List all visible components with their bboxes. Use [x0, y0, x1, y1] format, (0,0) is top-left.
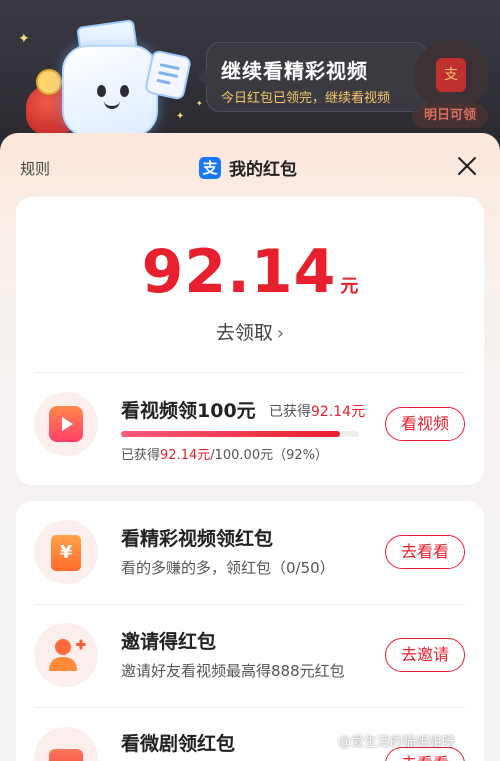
person-add-icon — [49, 639, 86, 671]
bubble-title: 继续看精彩视频 — [221, 59, 368, 83]
task-subtitle: 看的多赚的多，领红包（0/50） — [121, 559, 335, 577]
drama-tv-icon — [49, 749, 83, 761]
divider — [34, 604, 466, 605]
task-icon-wrap — [34, 623, 98, 687]
speech-bubble: 继续看精彩视频 今日红包已领完，继续看视频 — [197, 42, 428, 112]
red-envelope-icon: 支 — [436, 58, 466, 92]
yen-icon: ¥ — [51, 535, 81, 571]
balance-value: 92.14 — [141, 237, 337, 307]
play-video-icon — [49, 406, 83, 442]
tomorrow-label[interactable]: 明日可领 — [412, 104, 488, 128]
watch-progress-fill — [121, 431, 341, 437]
watermark: @爱生活的猫姐姐呀 — [338, 735, 456, 750]
watch-video-button[interactable]: 看视频 — [385, 407, 465, 441]
alipay-logo-icon: 支 — [199, 156, 221, 179]
task-icon-wrap — [34, 727, 98, 761]
watch-task-title: 看视频领100元 — [121, 400, 256, 422]
sheet-title-text: 我的红包 — [229, 160, 297, 180]
task-icon-wrap — [34, 392, 98, 456]
rules-link[interactable]: 规则 — [20, 158, 50, 179]
balance-unit: 元 — [340, 276, 359, 297]
task-list-card: ¥ 看精彩视频领红包 看的多赚的多，领红包（0/50） 去看看 邀请得红包 邀请… — [16, 501, 484, 761]
watch-progress-text: 已获得92.14元/100.00元（92%） — [121, 448, 328, 463]
task-title: 邀请得红包 — [121, 631, 217, 653]
go-watch-button[interactable]: 去看看 — [385, 535, 465, 569]
video-banner: ✦ ✦ ✦ ✦ 继续看精彩视频 今日红包已领完，继续看视频 支 明日可领 — [0, 0, 500, 140]
claim-link[interactable]: 去领取 › — [16, 318, 484, 345]
divider — [34, 372, 466, 373]
task-subtitle: 邀请好友看视频最高得888元红包 — [121, 662, 345, 680]
sheet-title: 支 我的红包 — [199, 155, 297, 180]
red-envelope-sheet: 规则 支 我的红包 92.14 元 去领取 › 看视频领100元 已获得92.14元… — [0, 133, 500, 761]
close-icon[interactable] — [454, 153, 480, 179]
watch-progress-bar — [121, 431, 359, 437]
balance-card: 92.14 元 去领取 › 看视频领100元 已获得92.14元 已获得92.14元… — [16, 197, 484, 485]
coin-icon — [36, 69, 62, 95]
balance-amount: 92.14 元 — [16, 237, 484, 307]
tomorrow-red-envelope-button[interactable]: 支 — [414, 40, 488, 112]
task-icon-wrap: ¥ — [34, 520, 98, 584]
divider — [34, 707, 466, 708]
go-invite-button[interactable]: 去邀请 — [385, 638, 465, 672]
claim-label: 去领取 — [215, 322, 273, 344]
bubble-subtitle: 今日红包已领完，继续看视频 — [221, 91, 391, 106]
watch-task-earned: 已获得92.14元 — [269, 404, 366, 420]
mascot-illustration — [20, 15, 200, 140]
task-title: 看精彩视频领红包 — [121, 528, 274, 550]
task-title: 看微剧领红包 — [121, 733, 236, 755]
robot-mascot-icon — [62, 45, 158, 137]
chevron-right-icon: › — [276, 323, 285, 344]
